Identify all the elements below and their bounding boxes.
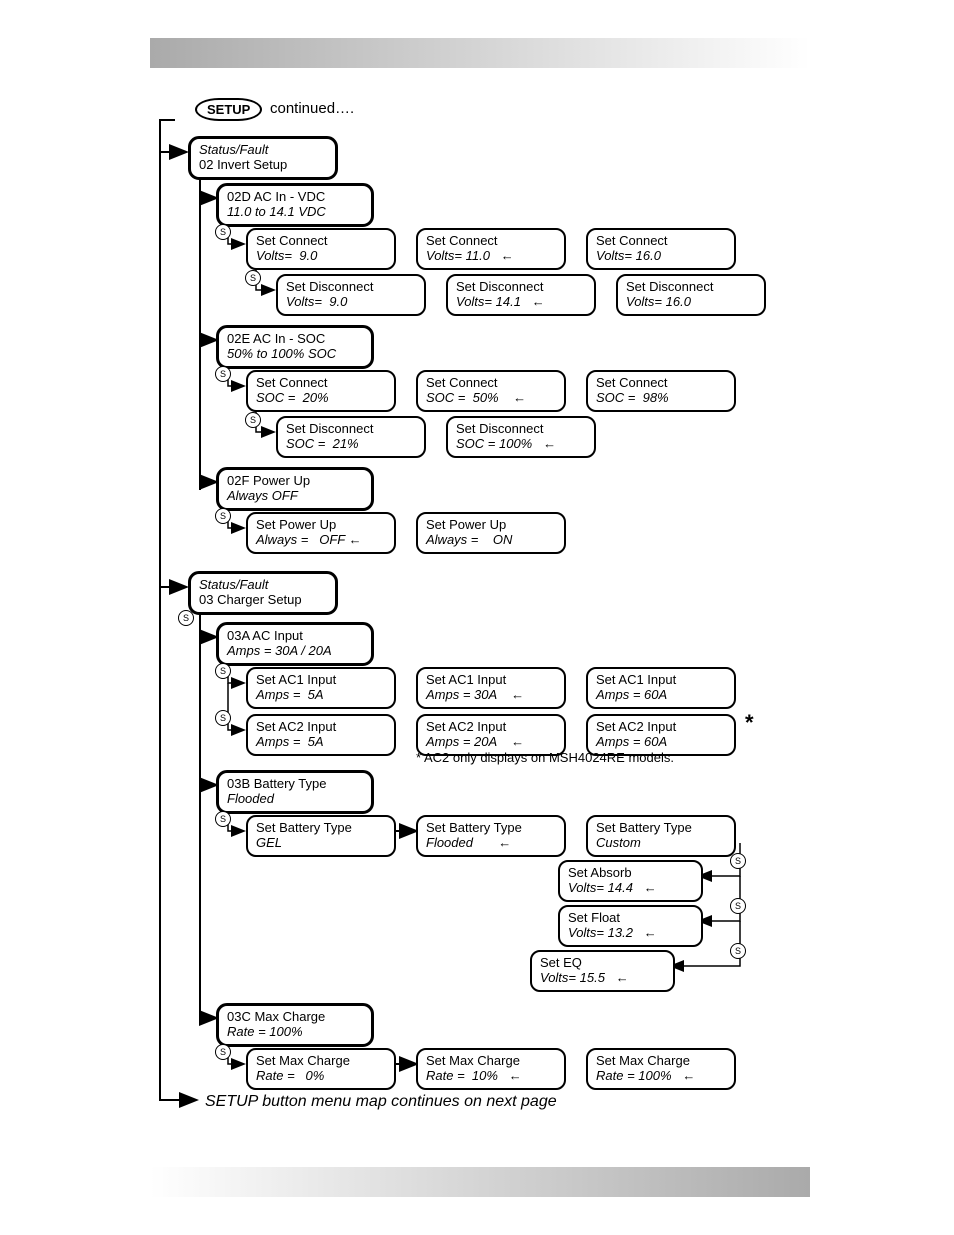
battery-type-custom: Set Battery TypeCustom: [586, 815, 736, 857]
set-connect-soc-max: Set ConnectSOC = 98%: [586, 370, 736, 412]
select-icon: S: [178, 610, 194, 626]
select-icon: S: [215, 366, 231, 382]
menu-02f: 02F Power UpAlways OFF: [216, 467, 374, 511]
set-ac1-default: Set AC1 InputAmps = 30A ←: [416, 667, 566, 709]
label: 02D AC In - VDC: [227, 190, 363, 205]
select-icon: S: [215, 710, 231, 726]
set-connect-soc-default: Set ConnectSOC = 50% ←: [416, 370, 566, 412]
set-connect-soc-min: Set ConnectSOC = 20%: [246, 370, 396, 412]
select-icon: S: [215, 811, 231, 827]
select-icon: S: [215, 1044, 231, 1060]
menu-03a: 03A AC InputAmps = 30A / 20A: [216, 622, 374, 666]
value-range: 11.0 to 14.1 VDC: [227, 205, 363, 220]
select-icon: S: [730, 898, 746, 914]
set-ac1-max: Set AC1 InputAmps = 60A: [586, 667, 736, 709]
set-ac2-min: Set AC2 InputAmps = 5A: [246, 714, 396, 756]
set-absorb-volts: Set AbsorbVolts= 14.4 ←: [558, 860, 703, 902]
select-icon: S: [730, 853, 746, 869]
max-charge-min: Set Max ChargeRate = 0%: [246, 1048, 396, 1090]
max-charge-default: Set Max ChargeRate = 10% ←: [416, 1048, 566, 1090]
select-icon: S: [215, 224, 231, 240]
set-disconnect-volts-min: Set DisconnectVolts= 9.0: [276, 274, 426, 316]
set-connect-volts-min: Set ConnectVolts= 9.0: [246, 228, 396, 270]
select-icon: S: [245, 412, 261, 428]
set-float-volts: Set FloatVolts= 13.2 ←: [558, 905, 703, 947]
set-disconnect-soc-default: Set DisconnectSOC = 100% ←: [446, 416, 596, 458]
ac2-footnote: * AC2 only displays on MSH4024RE models.: [416, 750, 674, 765]
continues-next-page: SETUP button menu map continues on next …: [205, 1093, 557, 1111]
set-disconnect-volts-default: Set DisconnectVolts= 14.1 ←: [446, 274, 596, 316]
menu-03b: 03B Battery TypeFlooded: [216, 770, 374, 814]
set-ac1-min: Set AC1 InputAmps = 5A: [246, 667, 396, 709]
select-icon: S: [730, 943, 746, 959]
battery-type-gel: Set Battery TypeGEL: [246, 815, 396, 857]
menu-03-charger-setup: Status/Fault03 Charger Setup: [188, 571, 338, 615]
set-connect-volts-max: Set ConnectVolts= 16.0: [586, 228, 736, 270]
select-icon: S: [215, 508, 231, 524]
menu-03c: 03C Max ChargeRate = 100%: [216, 1003, 374, 1047]
menu-title: 02 Invert Setup: [199, 158, 327, 173]
max-charge-max: Set Max ChargeRate = 100% ←: [586, 1048, 736, 1090]
battery-type-flooded: Set Battery TypeFlooded ←: [416, 815, 566, 857]
menu-02d: 02D AC In - VDC 11.0 to 14.1 VDC: [216, 183, 374, 227]
menu-02e: 02E AC In - SOC50% to 100% SOC: [216, 325, 374, 369]
set-disconnect-soc-min: Set DisconnectSOC = 21%: [276, 416, 426, 458]
set-eq-volts: Set EQVolts= 15.5 ←: [530, 950, 675, 992]
setup-button[interactable]: SETUP: [195, 98, 262, 121]
continued-label: continued….: [270, 100, 354, 117]
status-fault-label: Status/Fault: [199, 143, 327, 158]
select-icon: S: [215, 663, 231, 679]
select-icon: S: [245, 270, 261, 286]
set-powerup-on: Set Power UpAlways = ON: [416, 512, 566, 554]
menu-02-invert-setup: Status/Fault 02 Invert Setup: [188, 136, 338, 180]
footnote-star: *: [745, 710, 754, 736]
set-connect-volts-default: Set ConnectVolts= 11.0 ←: [416, 228, 566, 270]
set-disconnect-volts-max: Set DisconnectVolts= 16.0: [616, 274, 766, 316]
set-powerup-off: Set Power UpAlways = OFF ←: [246, 512, 396, 554]
